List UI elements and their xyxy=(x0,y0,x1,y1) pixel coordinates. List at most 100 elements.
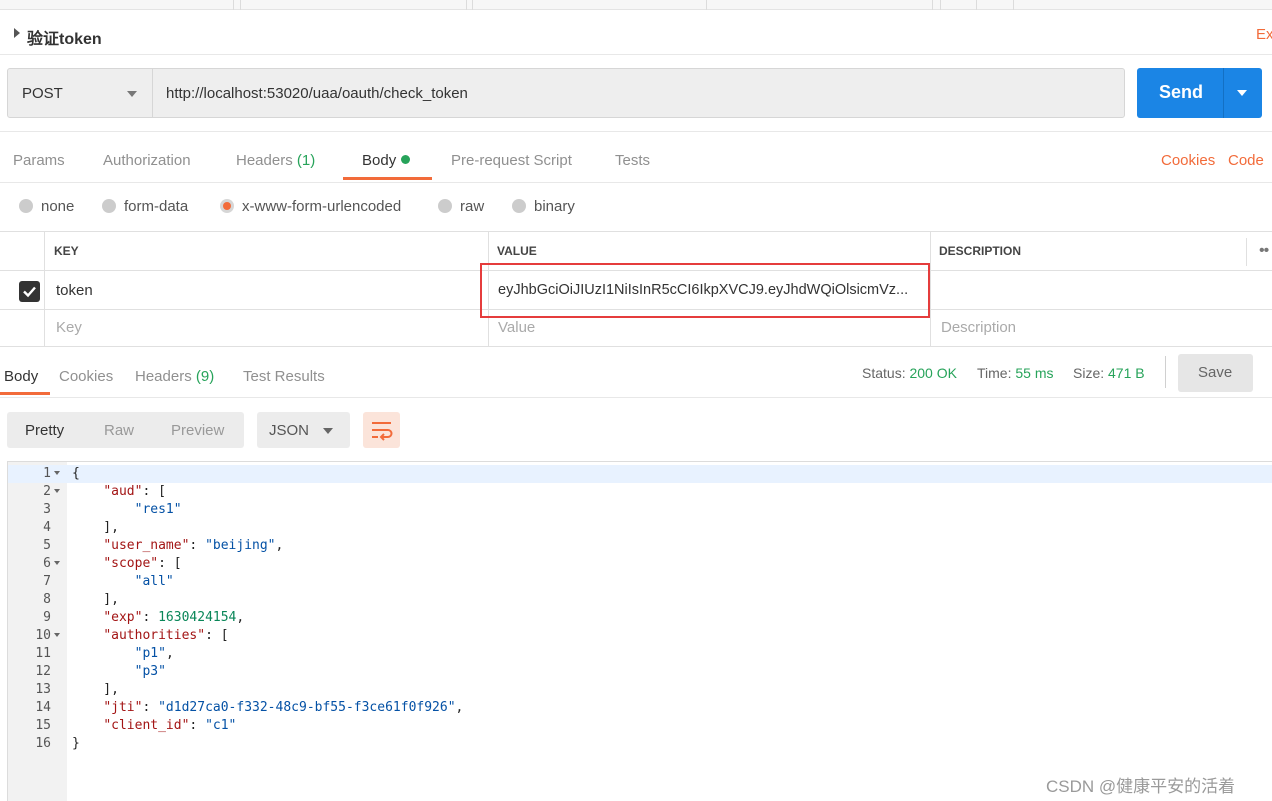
code-text: "scope": [ xyxy=(103,556,182,571)
code-text: } xyxy=(72,736,80,751)
time-indicator: Time: 55 ms xyxy=(977,365,1054,381)
tab-divider xyxy=(706,0,707,10)
radio-binary[interactable]: binary xyxy=(512,198,575,215)
radio-circle-icon xyxy=(438,199,452,213)
url-input[interactable]: http://localhost:53020/uaa/oauth/check_t… xyxy=(166,85,468,102)
tab-params[interactable]: Params xyxy=(13,152,65,169)
send-button[interactable]: Send xyxy=(1137,68,1262,118)
status-value: 200 OK xyxy=(909,365,957,381)
radio-selected-icon xyxy=(220,199,234,213)
tab-divider xyxy=(940,0,941,10)
status-indicator: Status: 200 OK xyxy=(862,365,957,381)
resp-tab-test-results[interactable]: Test Results xyxy=(243,368,325,385)
line-number: 1 xyxy=(43,466,51,481)
headers-count: (1) xyxy=(296,152,316,169)
code-text: { xyxy=(72,466,80,481)
radio-circle-icon xyxy=(512,199,526,213)
response-body-editor[interactable]: 1{2 "aud": [3 "res1" 4 ], 5 "user_name": "… xyxy=(7,461,1272,801)
radio-urlencoded[interactable]: x-www-form-urlencoded xyxy=(220,198,402,215)
tab-tests[interactable]: Tests xyxy=(615,152,650,169)
radio-raw[interactable]: raw xyxy=(438,198,484,215)
divider xyxy=(0,131,1272,132)
code-line: 5 "user_name": "beijing", xyxy=(8,537,1272,555)
format-select[interactable]: JSON xyxy=(257,412,350,448)
view-raw-button[interactable]: Raw xyxy=(104,422,134,439)
code-text: "aud": [ xyxy=(103,484,166,499)
radio-label: x-www-form-urlencoded xyxy=(242,198,402,215)
fold-toggle-icon[interactable] xyxy=(54,471,60,475)
url-bar: POST http://localhost:53020/uaa/oauth/ch… xyxy=(7,68,1125,118)
wrap-lines-button[interactable] xyxy=(363,412,400,448)
radio-form-data[interactable]: form-data xyxy=(102,198,188,215)
line-number: 14 xyxy=(35,700,51,715)
code-line: 3 "res1" xyxy=(8,501,1272,519)
tab-body-label: Body xyxy=(362,152,397,169)
tab-divider xyxy=(932,0,933,10)
line-number: 15 xyxy=(35,718,51,733)
code-line: 2 "aud": [ xyxy=(8,483,1272,501)
code-line: 15 "client_id": "c1" xyxy=(8,717,1272,735)
column-divider xyxy=(1246,238,1247,266)
more-options-icon[interactable]: •• xyxy=(1259,242,1269,260)
fold-toggle-icon[interactable] xyxy=(54,489,60,493)
code-line: 1{ xyxy=(8,465,1272,483)
expand-caret-icon[interactable] xyxy=(14,28,20,38)
resp-tab-headers[interactable]: Headers (9) xyxy=(135,368,214,385)
request-name[interactable]: 验证token xyxy=(27,25,102,49)
resp-tab-cookies[interactable]: Cookies xyxy=(59,368,113,385)
send-options-chevron-icon[interactable] xyxy=(1237,90,1247,96)
response-tabs: Body Cookies Headers (9) Test Results St… xyxy=(0,352,1272,398)
tab-prerequest-script[interactable]: Pre-request Script xyxy=(451,152,572,169)
watermark: CSDN @健康平安的活着 xyxy=(1046,777,1236,796)
tab-divider xyxy=(1013,0,1014,10)
code-text: ], xyxy=(72,520,119,535)
resp-tab-headers-label: Headers xyxy=(135,368,192,385)
tab-headers[interactable]: Headers (1) xyxy=(236,152,315,169)
code-line: 10 "authorities": [ xyxy=(8,627,1272,645)
view-pretty-button[interactable]: Pretty xyxy=(25,422,64,439)
cookies-link[interactable]: Cookies xyxy=(1161,152,1215,169)
value-placeholder[interactable]: Value xyxy=(498,319,535,336)
code-link[interactable]: Code xyxy=(1228,152,1264,169)
body-active-dot-icon xyxy=(401,155,411,164)
code-line: 6 "scope": [ xyxy=(8,555,1272,573)
key-placeholder[interactable]: Key xyxy=(56,319,82,336)
row-enabled-checkbox[interactable] xyxy=(19,281,40,302)
row-key[interactable]: token xyxy=(56,282,93,299)
radio-circle-icon xyxy=(19,199,33,213)
code-text: "jti": "d1d27ca0-f332-48c9-bf55-f3ce61f0… xyxy=(103,700,464,715)
size-label: Size: xyxy=(1073,365,1105,381)
resp-tab-body[interactable]: Body xyxy=(4,368,38,385)
size-value: 471 B xyxy=(1108,365,1145,381)
divider xyxy=(0,182,1272,183)
separator xyxy=(1165,356,1166,388)
tab-body[interactable]: Body xyxy=(362,152,411,169)
radio-label: binary xyxy=(534,198,575,215)
examples-link[interactable]: Ex xyxy=(1256,26,1272,43)
line-number: 6 xyxy=(43,556,51,571)
radio-none[interactable]: none xyxy=(19,198,74,215)
code-text: "p1", xyxy=(134,646,174,661)
divider xyxy=(0,397,1272,398)
chevron-down-icon xyxy=(323,428,333,434)
tab-divider xyxy=(466,0,467,10)
code-line: 7 "all" xyxy=(8,573,1272,591)
line-number: 13 xyxy=(35,682,51,697)
save-label: Save xyxy=(1198,364,1233,381)
line-number: 11 xyxy=(35,646,51,661)
fold-toggle-icon[interactable] xyxy=(54,633,60,637)
tab-authorization[interactable]: Authorization xyxy=(103,152,191,169)
view-preview-button[interactable]: Preview xyxy=(171,422,224,439)
divider xyxy=(0,54,1272,55)
active-tab-indicator xyxy=(343,177,432,180)
column-key: KEY xyxy=(54,244,79,258)
wrap-lines-icon xyxy=(372,422,393,441)
fold-toggle-icon[interactable] xyxy=(54,561,60,565)
tab-divider xyxy=(472,0,473,10)
description-placeholder[interactable]: Description xyxy=(941,319,1016,336)
code-text: ], xyxy=(72,592,119,607)
code-text: "p3" xyxy=(134,664,166,679)
method-select[interactable]: POST xyxy=(8,69,153,117)
save-response-button[interactable]: Save xyxy=(1178,354,1253,392)
code-text: "res1" xyxy=(134,502,182,517)
